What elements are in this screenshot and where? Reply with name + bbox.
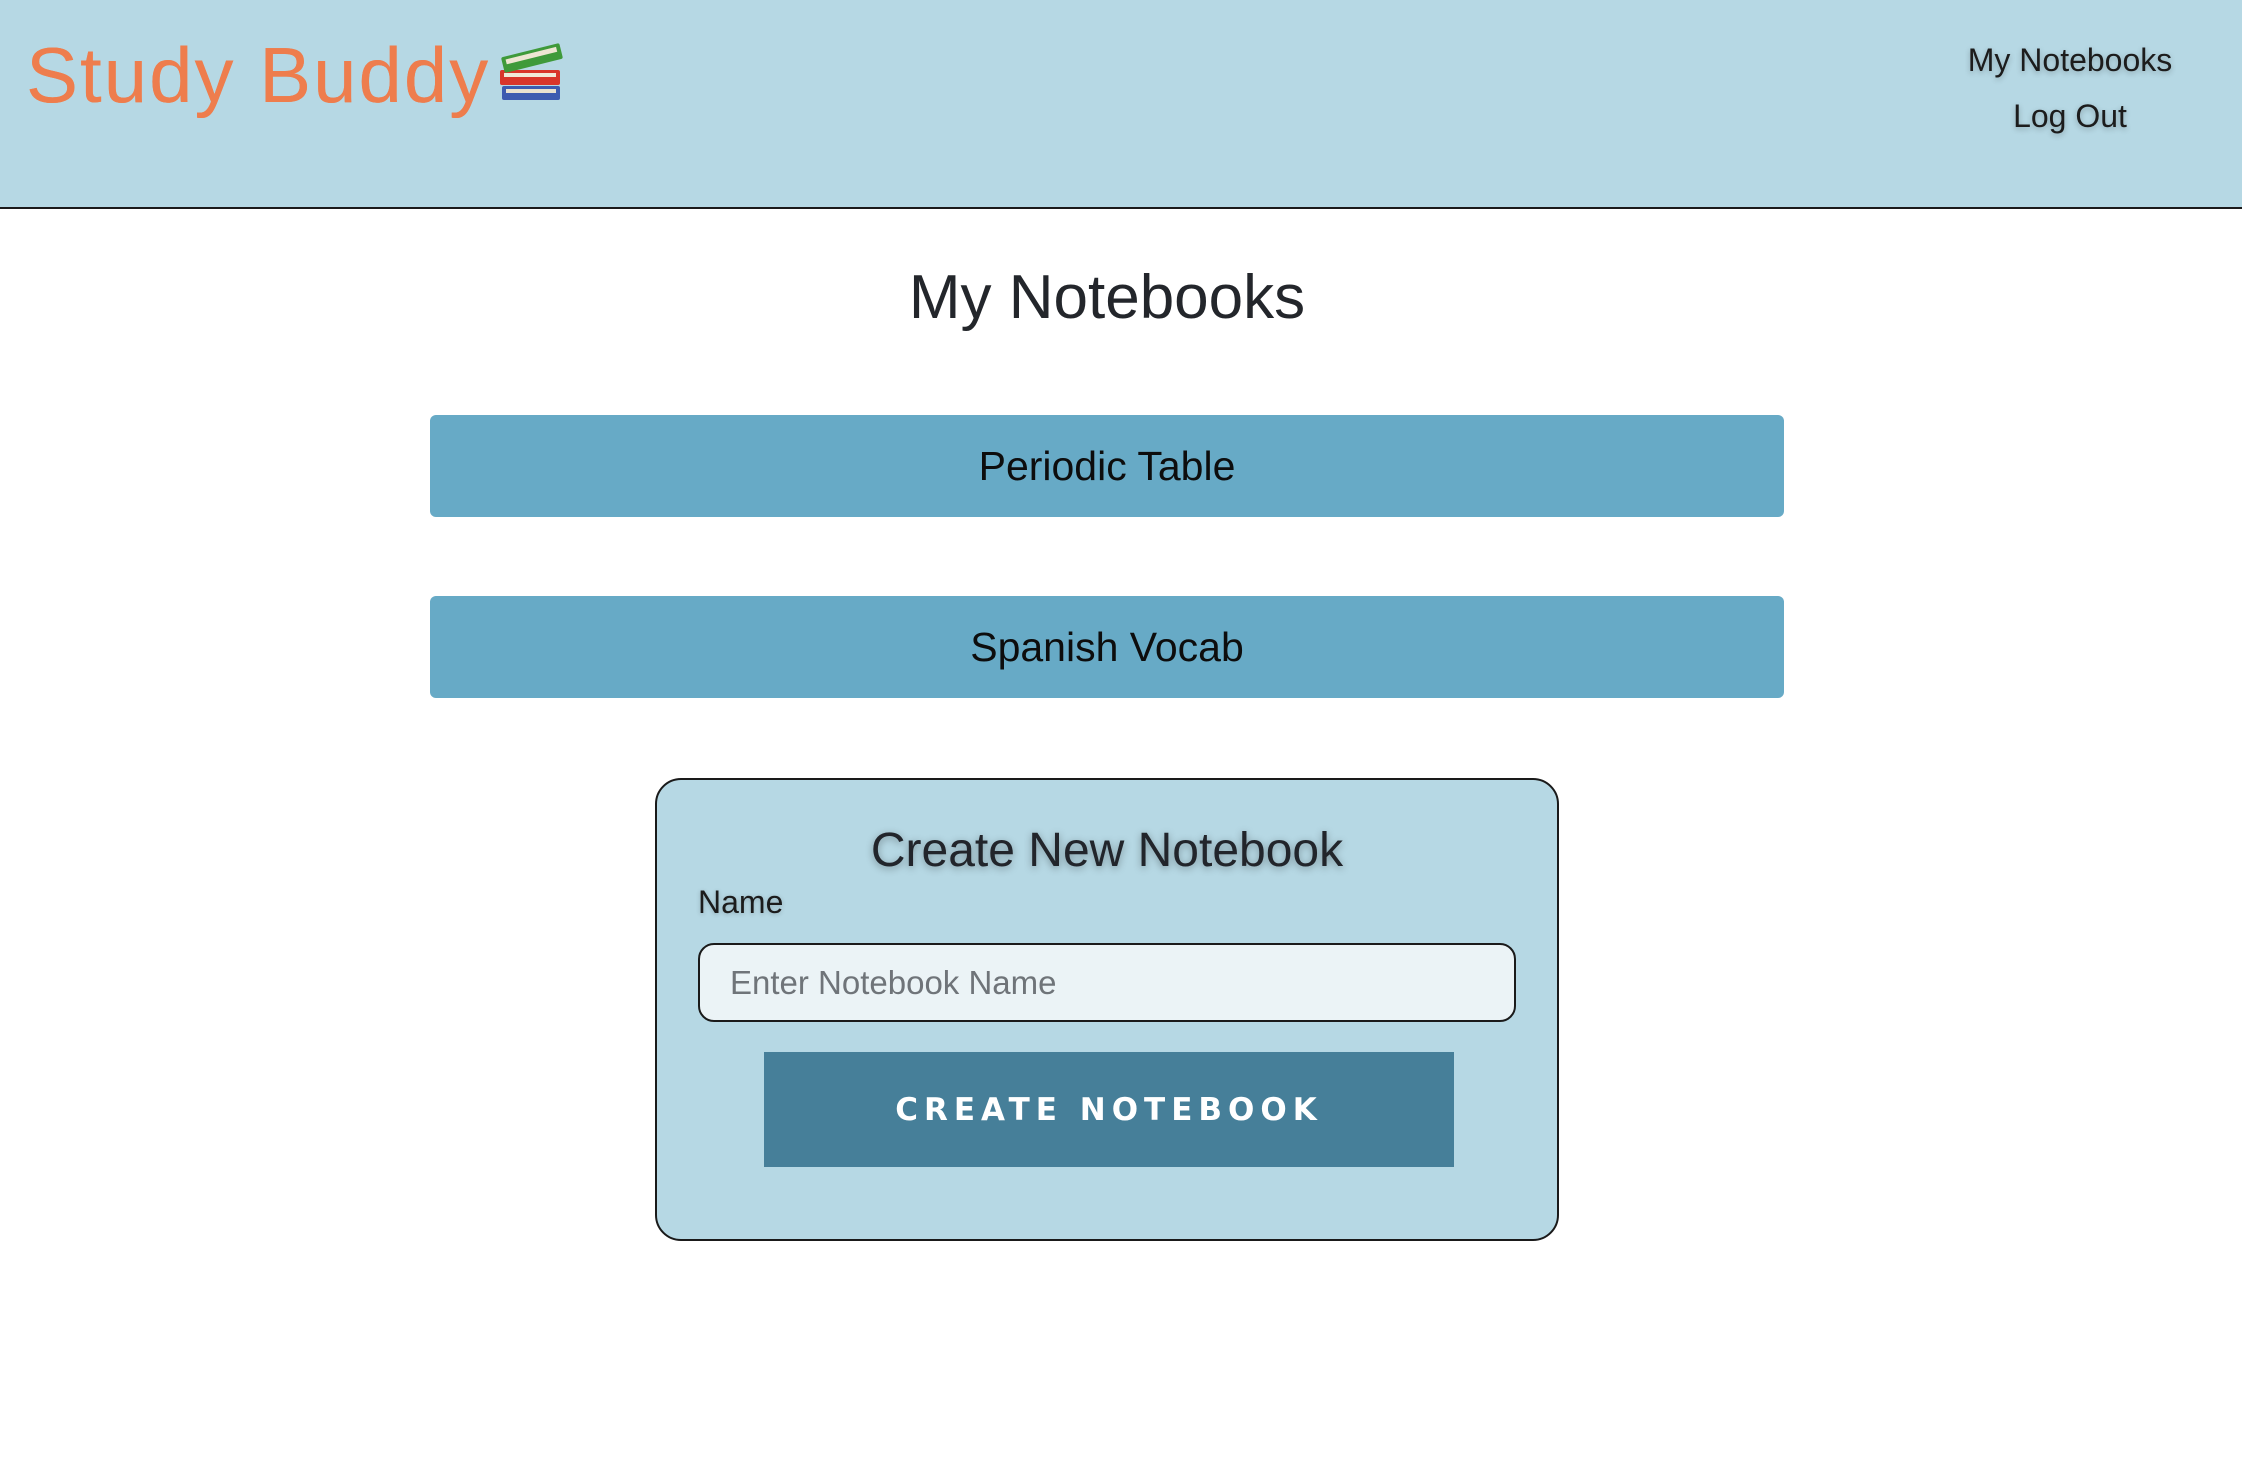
name-label: Name	[698, 884, 784, 920]
notebook-item-label: Periodic Table	[978, 442, 1236, 489]
brand[interactable]: Study Buddy	[26, 30, 568, 120]
notebook-item[interactable]: Periodic Table	[430, 415, 1784, 517]
top-nav: My Notebooks Log Out	[1950, 32, 2190, 144]
notebook-name-input[interactable]	[698, 943, 1516, 1022]
notebook-item[interactable]: Spanish Vocab	[430, 596, 1784, 698]
notebook-list: Periodic Table Spanish Vocab	[430, 415, 1784, 777]
site-header: Study Buddy My Notebooks Log Out	[0, 0, 2242, 209]
create-notebook-form: Create New Notebook Name CREATE NOTEBOOK	[655, 778, 1559, 1241]
create-notebook-button[interactable]: CREATE NOTEBOOK	[764, 1052, 1454, 1167]
books-icon	[500, 43, 563, 100]
page-title: My Notebooks	[908, 263, 1306, 332]
brand-title[interactable]: Study Buddy	[26, 30, 490, 120]
create-notebook-title: Create New Notebook	[870, 824, 1344, 877]
nav-my-notebooks[interactable]: My Notebooks	[1950, 32, 2190, 88]
nav-log-out[interactable]: Log Out	[1950, 88, 2190, 144]
notebook-item-label: Spanish Vocab	[970, 623, 1244, 670]
